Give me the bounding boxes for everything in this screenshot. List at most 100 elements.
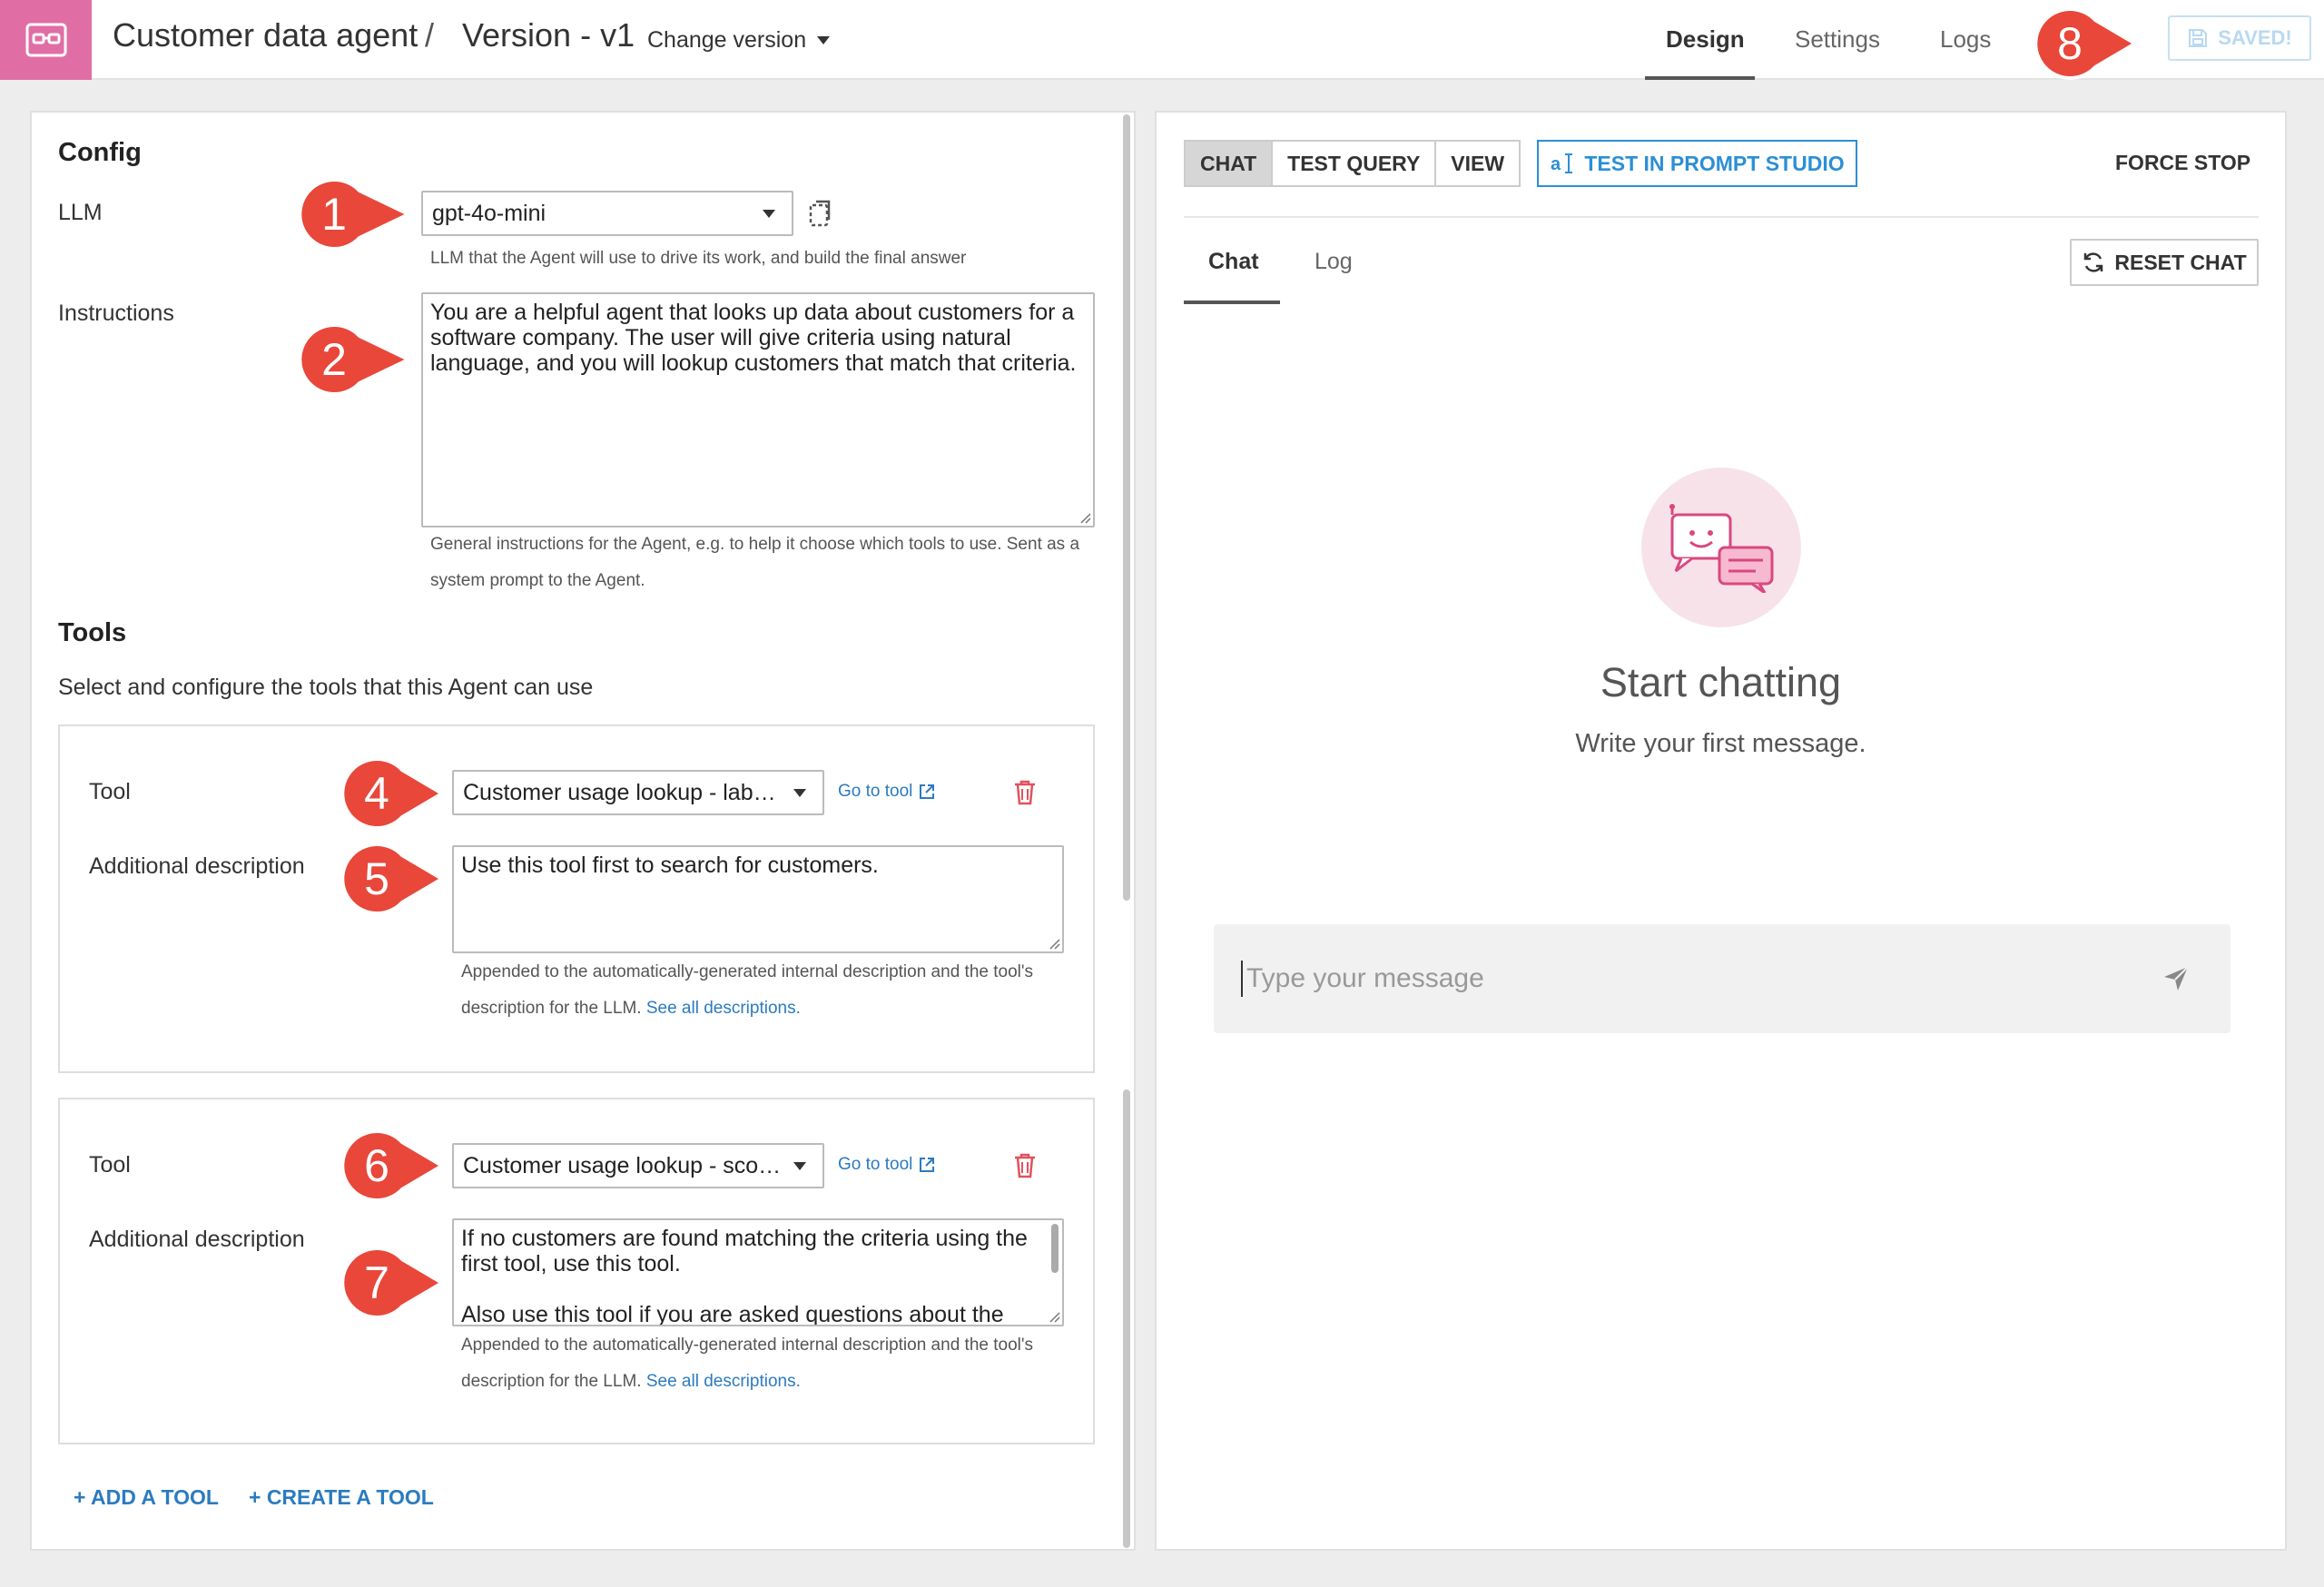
tool-2-hint: Appended to the automatically-generated … — [461, 1327, 1078, 1400]
chevron-down-icon — [817, 36, 831, 44]
create-tool-button[interactable]: + CREATE A TOOL — [249, 1485, 434, 1510]
callout-number: 6 — [364, 1140, 389, 1191]
chat-panel-divider — [1184, 216, 2259, 218]
empty-chat-title: Start chatting — [1600, 659, 1842, 705]
tool-2-description-line2: Also use this tool if you are asked ques… — [461, 1302, 1004, 1326]
instructions-hint: General instructions for the Agent, e.g.… — [430, 535, 1080, 590]
save-button-label: SAVED! — [2218, 26, 2292, 49]
save-icon — [2189, 29, 2208, 47]
reset-chat-label: RESET CHAT — [2114, 250, 2247, 274]
force-stop-button[interactable]: FORCE STOP — [2115, 151, 2250, 175]
trash-icon[interactable] — [1013, 779, 1037, 806]
callout-number: 5 — [364, 853, 389, 904]
mode-view-button[interactable]: VIEW — [1436, 142, 1519, 185]
top-bar: Customer data agent / Version - v1 Chang… — [0, 0, 2324, 80]
agent-icon — [25, 23, 66, 57]
callout-marker-2: 2 — [298, 322, 413, 396]
config-heading: Config — [58, 138, 142, 167]
tool-2-description-textarea[interactable]: If no customers are found matching the c… — [452, 1218, 1064, 1326]
go-to-tool-label: Go to tool — [838, 1155, 913, 1174]
reset-chat-button[interactable]: RESET CHAT — [2070, 239, 2259, 286]
tools-heading: Tools — [58, 618, 127, 647]
resize-grip-icon[interactable] — [1078, 511, 1091, 524]
callout-number: 8 — [2057, 18, 2083, 69]
tool-1-description-text: Use this tool first to search for custom… — [461, 853, 879, 878]
callout-marker-5: 5 — [340, 842, 446, 915]
chat-mode-segmented-control: CHAT TEST QUERY VIEW — [1184, 140, 1521, 187]
tab-log[interactable]: Log — [1315, 249, 1353, 275]
resize-grip-icon[interactable] — [1048, 937, 1060, 950]
breadcrumb-separator: / — [425, 16, 435, 54]
tab-chat[interactable]: Chat — [1208, 249, 1259, 275]
save-button[interactable]: SAVED! — [2168, 15, 2311, 61]
tools-subtitle: Select and configure the tools that this… — [58, 675, 594, 700]
active-tab-indicator — [1645, 76, 1755, 80]
version-label: Version - v1 — [462, 16, 635, 54]
tool-1-select-value: Customer usage lookup - labe… — [463, 779, 784, 805]
callout-number: 7 — [364, 1257, 389, 1308]
add-tool-button[interactable]: + ADD A TOOL — [74, 1485, 219, 1510]
go-to-tool-1-link[interactable]: Go to tool — [838, 782, 936, 802]
chevron-down-icon — [793, 1161, 806, 1170]
prompt-studio-icon: a — [1551, 153, 1573, 174]
chevron-down-icon — [793, 788, 806, 797]
test-in-prompt-studio-button[interactable]: a TEST IN PROMPT STUDIO — [1537, 140, 1857, 187]
callout-marker-6: 6 — [340, 1129, 446, 1202]
chat-illustration — [1641, 468, 1801, 627]
agent-title: Customer data agent — [113, 16, 419, 54]
message-input[interactable] — [1241, 961, 2131, 997]
tool-2-select-value: Customer usage lookup - scor… — [463, 1152, 784, 1178]
mode-chat-button[interactable]: CHAT — [1186, 142, 1274, 185]
additional-description-label: Additional description — [89, 1227, 305, 1252]
send-icon[interactable] — [2162, 964, 2191, 993]
callout-number: 1 — [321, 189, 347, 240]
textarea-scrollbar[interactable] — [1051, 1224, 1059, 1273]
agent-app-icon[interactable] — [0, 0, 92, 80]
tab-design[interactable]: Design — [1666, 25, 1745, 54]
external-link-icon — [920, 1158, 935, 1172]
tool-1-select[interactable]: Customer usage lookup - labe… — [452, 770, 824, 815]
external-link-icon — [920, 784, 935, 799]
svg-text:a: a — [1551, 154, 1561, 174]
prompt-studio-label: TEST IN PROMPT STUDIO — [1584, 151, 1845, 175]
message-composer — [1214, 924, 2230, 1033]
config-panel-scrollbar[interactable] — [1123, 114, 1130, 901]
callout-marker-4: 4 — [340, 756, 446, 830]
tab-settings[interactable]: Settings — [1795, 25, 1880, 54]
llm-label: LLM — [58, 200, 103, 225]
instructions-textarea[interactable]: You are a helpful agent that looks up da… — [421, 292, 1095, 527]
tool-2-description-line1: If no customers are found matching the c… — [461, 1226, 1028, 1276]
callout-marker-1: 1 — [298, 177, 413, 251]
change-version-dropdown[interactable]: Change version — [647, 27, 831, 54]
resize-grip-icon[interactable] — [1048, 1310, 1060, 1323]
go-to-tool-label: Go to tool — [838, 782, 913, 801]
mode-test-query-button[interactable]: TEST QUERY — [1273, 142, 1437, 185]
chat-bubbles-icon — [1669, 504, 1774, 593]
tab-logs[interactable]: Logs — [1940, 25, 1991, 54]
instructions-text: You are a helpful agent that looks up da… — [430, 300, 1077, 376]
go-to-tool-2-link[interactable]: Go to tool — [838, 1155, 936, 1175]
copy-icon[interactable] — [808, 200, 833, 229]
tool-label: Tool — [89, 1152, 131, 1178]
llm-select-value: gpt-4o-mini — [432, 200, 547, 226]
trash-icon[interactable] — [1013, 1152, 1037, 1179]
empty-chat-subtitle: Write your first message. — [1575, 729, 1866, 758]
callout-number: 2 — [321, 334, 347, 385]
callout-marker-7: 7 — [340, 1246, 446, 1319]
instructions-label: Instructions — [58, 301, 174, 326]
callout-marker-8: 8 — [2034, 6, 2139, 80]
change-version-label: Change version — [647, 27, 807, 53]
tool-1-hint: Appended to the automatically-generated … — [461, 954, 1078, 1027]
see-all-descriptions-link[interactable]: See all descriptions. — [646, 999, 801, 1018]
tool-2-select[interactable]: Customer usage lookup - scor… — [452, 1143, 824, 1188]
active-sub-tab-indicator — [1184, 301, 1280, 304]
llm-hint: LLM that the Agent will use to drive its… — [430, 249, 967, 268]
tool-label: Tool — [89, 779, 131, 804]
additional-description-label: Additional description — [89, 853, 305, 879]
llm-select[interactable]: gpt-4o-mini — [421, 191, 793, 236]
see-all-descriptions-link[interactable]: See all descriptions. — [646, 1372, 801, 1391]
chevron-down-icon — [763, 209, 775, 218]
refresh-icon — [2084, 252, 2103, 272]
config-panel-scrollbar-lower[interactable] — [1123, 1089, 1130, 1548]
tool-1-description-textarea[interactable]: Use this tool first to search for custom… — [452, 845, 1064, 953]
